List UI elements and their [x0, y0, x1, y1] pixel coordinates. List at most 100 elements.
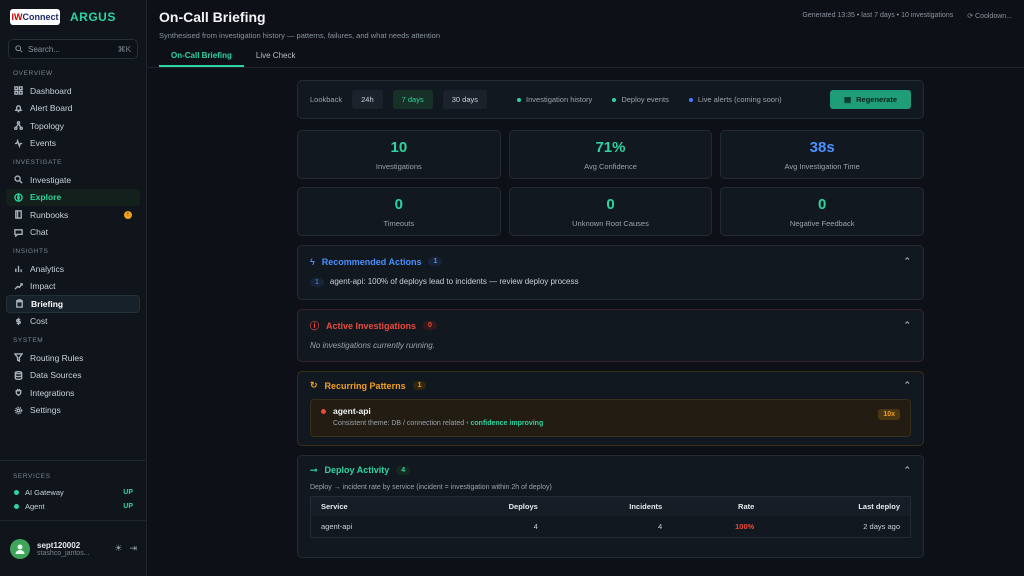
recurring-patterns-header[interactable]: ↻ Recurring Patterns 1 ⌃ — [310, 372, 911, 399]
recommended-actions-panel: ϟ Recommended Actions 1 ⌃ 1 agent-api: 10… — [297, 245, 924, 300]
search-input[interactable]: Search... ⌘K — [8, 39, 138, 59]
column-header: Last deploy — [764, 496, 911, 516]
panel-title: Active Investigations — [326, 320, 417, 331]
tab-on-call-briefing[interactable]: On-Call Briefing — [159, 49, 244, 67]
lightning-icon: ϟ — [310, 256, 315, 267]
sidebar-item-topology[interactable]: Topology — [6, 117, 140, 135]
stats-grid: 10 Investigations 71% Avg Confidence 38s Av… — [297, 130, 924, 236]
search-shortcut: ⌘K — [117, 44, 131, 54]
company-logo[interactable]: IW Connect — [10, 8, 60, 25]
bell-icon — [14, 104, 23, 113]
active-investigations-header[interactable]: ⓘ Active Investigations 0 ⌃ — [310, 310, 911, 341]
network-icon — [14, 121, 23, 131]
pattern-item[interactable]: agent-api Consistent theme: DB / connect… — [310, 399, 911, 437]
sidebar-item-label: Data Sources — [30, 370, 82, 381]
cell-rate: 100% — [735, 521, 755, 531]
legend-live-alerts: Live alerts (coming soon) — [688, 95, 782, 104]
lookback-bar: Lookback 24h 7 days 30 days Investigatio… — [297, 80, 924, 119]
sidebar-item-integrations[interactable]: Integrations — [6, 384, 140, 402]
active-investigations-panel: ⓘ Active Investigations 0 ⌃ No investiga… — [297, 309, 924, 362]
avatar[interactable] — [10, 538, 30, 559]
lookback-30days-button[interactable]: 30 days — [442, 90, 488, 109]
panel-title: Deploy Activity — [324, 465, 390, 475]
regenerate-button[interactable]: ▤ Regenerate — [830, 90, 911, 109]
recurring-patterns-panel: ↻ Recurring Patterns 1 ⌃ agent-api Consi… — [297, 371, 924, 446]
repeat-icon: ↻ — [310, 380, 318, 390]
search-placeholder: Search... — [28, 44, 61, 54]
nav-section-title: SYSTEM — [13, 337, 44, 344]
severity-dot — [321, 409, 326, 414]
sidebar-item-events[interactable]: Events — [6, 135, 140, 153]
sidebar-item-dashboard[interactable]: Dashboard — [6, 82, 140, 100]
logout-icon[interactable]: ⇥ — [129, 543, 137, 554]
sidebar-item-label: Analytics — [30, 263, 65, 274]
sidebar-item-label: Explore — [30, 192, 62, 203]
column-header: Rate — [672, 496, 765, 516]
pattern-desc: Consistent theme: DB / connection relate… — [333, 420, 544, 427]
sidebar-item-chat[interactable]: Chat — [6, 224, 140, 242]
search-icon — [14, 175, 23, 184]
count-badge: 1 — [412, 381, 427, 390]
chevron-up-icon[interactable]: ⌃ — [903, 256, 911, 267]
stat-timeouts: 0 Timeouts — [297, 187, 501, 236]
lookback-24h-button[interactable]: 24h — [352, 90, 383, 109]
deploy-activity-panel: ⊸ Deploy Activity 4 ⌃ Deploy → incident … — [297, 455, 924, 558]
sidebar-item-impact[interactable]: Impact — [6, 278, 140, 296]
notification-badge: ! — [124, 210, 132, 219]
deploy-activity-header[interactable]: ⊸ Deploy Activity 4 ⌃ — [310, 456, 911, 484]
sidebar-item-routing-rules[interactable]: Routing Rules — [6, 349, 140, 367]
cooldown-button[interactable]: ⟳ Cooldown... — [967, 12, 1012, 20]
deploy-table: Service Deploys Incidents Rate Last depl… — [310, 496, 911, 538]
sidebar-item-data-sources[interactable]: Data Sources — [6, 367, 140, 385]
user-panel: sept120002 stashco_jantos... ☀ ⇥ — [0, 520, 147, 576]
sidebar-item-runbooks[interactable]: Runbooks! — [6, 206, 140, 224]
sidebar-item-explore[interactable]: Explore — [6, 188, 140, 206]
sidebar-item-analytics[interactable]: Analytics — [6, 260, 140, 278]
recommended-actions-header[interactable]: ϟ Recommended Actions 1 ⌃ — [310, 246, 911, 277]
sidebar-item-label: Dashboard — [30, 85, 72, 96]
column-header: Incidents — [547, 496, 673, 516]
dollar-icon — [16, 317, 21, 325]
sidebar-item-label: Chat — [30, 227, 48, 238]
count-badge: 4 — [396, 465, 411, 475]
service-name: AI Gateway — [25, 487, 64, 497]
refresh-icon: ⟳ — [967, 13, 976, 20]
stat-avg-investigation-time: 38s Avg Investigation Time — [720, 130, 924, 179]
grid-icon — [14, 86, 23, 96]
sidebar-item-cost[interactable]: Cost — [6, 313, 140, 331]
chevron-up-icon[interactable]: ⌃ — [903, 380, 911, 391]
page-subtitle: Synthesised from investigation history —… — [159, 31, 440, 40]
cell-deploys: 4 — [533, 521, 538, 531]
empty-state-text: No investigations currently running. — [310, 341, 435, 350]
sidebar-item-label: Impact — [30, 281, 56, 292]
panel-title: Recurring Patterns — [324, 380, 406, 391]
cell-last-deploy: 2 days ago — [863, 521, 900, 531]
page-header: On-Call Briefing Synthesised from invest… — [147, 0, 1024, 68]
lookback-7days-button[interactable]: 7 days — [392, 90, 433, 109]
theme-toggle-icon[interactable]: ☀ — [114, 543, 122, 554]
sidebar-item-label: Briefing — [31, 298, 64, 309]
panel-title: Recommended Actions — [321, 256, 422, 267]
service-status: UP — [123, 488, 133, 496]
service-name: Agent — [25, 501, 45, 511]
sidebar-item-label: Integrations — [30, 387, 75, 398]
sidebar-item-alert-board[interactable]: Alert Board — [6, 100, 140, 118]
table-row[interactable]: agent-api 4 4 100% 2 days ago — [311, 516, 911, 538]
sidebar-item-briefing[interactable]: Briefing — [6, 295, 140, 313]
sidebar-item-settings[interactable]: Settings — [6, 402, 140, 420]
clipboard-icon — [16, 299, 23, 309]
tab-live-check[interactable]: Live Check — [244, 49, 308, 67]
chevron-up-icon[interactable]: ⌃ — [903, 465, 911, 476]
stat-negative-feedback: 0 Negative Feedback — [720, 187, 924, 236]
service-agent: Agent UP — [0, 499, 147, 513]
sidebar-item-label: Topology — [30, 120, 65, 131]
services-panel: SERVICES AI Gateway UP Agent UP — [0, 460, 147, 513]
lookback-label: Lookback — [310, 95, 343, 104]
sidebar-item-label: Cost — [30, 316, 48, 327]
count-badge: 1 — [428, 257, 443, 266]
bar-chart-icon — [15, 266, 22, 273]
chevron-up-icon[interactable]: ⌃ — [903, 320, 911, 331]
nav-section-title: INSIGHTS — [13, 248, 49, 255]
status-dot — [14, 503, 19, 509]
sidebar-item-investigate[interactable]: Investigate — [6, 171, 140, 189]
